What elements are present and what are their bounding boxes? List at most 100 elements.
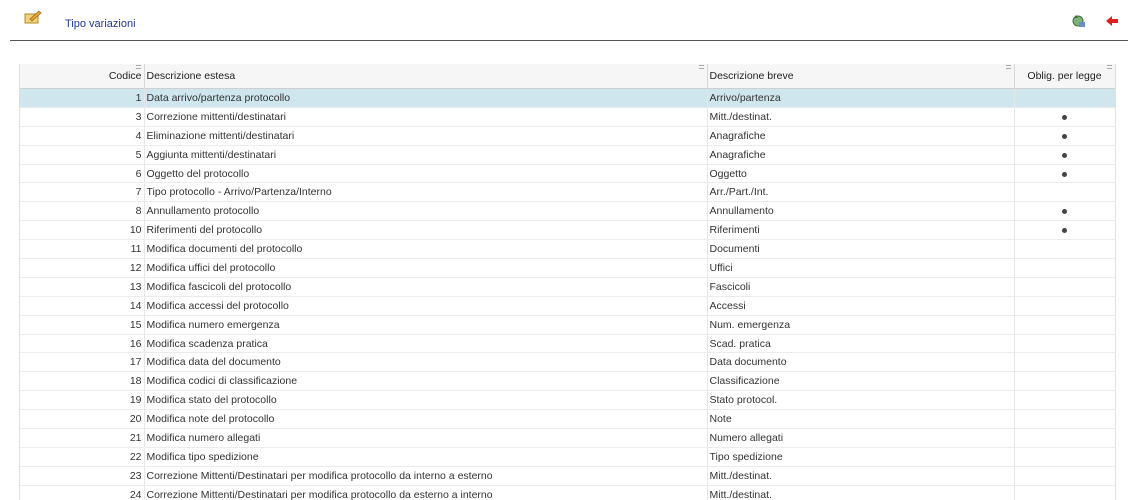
column-header-descrizione-estesa[interactable]: Descrizione estesa bbox=[144, 64, 708, 89]
table-row[interactable]: 19 Modifica stato del protocollo Stato pro… bbox=[20, 390, 1115, 411]
cell-codice: 20 bbox=[20, 409, 145, 430]
cell-descrizione-breve: Anagrafiche bbox=[707, 145, 1015, 165]
table-row[interactable]: 22 Modifica tipo spedizione Tipo spedizion… bbox=[20, 447, 1115, 467]
table-row[interactable]: 23 Correzione Mittenti/Destinatari per mo… bbox=[20, 466, 1115, 486]
required-dot-icon bbox=[1062, 114, 1067, 120]
cell-descrizione-breve: Documenti bbox=[707, 239, 1015, 260]
cell-obblig-per-legge bbox=[1014, 409, 1115, 430]
required-dot-icon bbox=[1062, 228, 1067, 234]
column-header-obblig-per-legge[interactable]: Oblig. per legge bbox=[1014, 64, 1115, 89]
table-row[interactable]: 5 Aggiunta mittenti/destinatari Anagrafich… bbox=[20, 145, 1115, 165]
cell-descrizione-breve: Uffici bbox=[707, 258, 1015, 278]
table-row[interactable]: 7 Tipo protocollo - Arrivo/Partenza/Inter… bbox=[20, 182, 1115, 203]
cell-codice: 12 bbox=[20, 258, 145, 278]
cell-codice: 22 bbox=[20, 447, 145, 467]
cell-descrizione-breve: Classificazione bbox=[707, 371, 1015, 392]
cell-obblig-per-legge bbox=[1014, 277, 1115, 297]
cell-descrizione-breve: Mitt./destinat. bbox=[707, 485, 1015, 500]
cell-descrizione-estesa: Correzione mittenti/destinatari bbox=[144, 107, 708, 127]
cell-descrizione-estesa: Modifica uffici del protocollo bbox=[144, 258, 708, 278]
table-row[interactable]: 1 Data arrivo/partenza protocollo Arrivo/p… bbox=[20, 88, 1115, 108]
cell-descrizione-estesa: Eliminazione mittenti/destinatari bbox=[144, 126, 708, 146]
cell-codice: 6 bbox=[20, 164, 145, 184]
cell-descrizione-estesa: Annullamento protocollo bbox=[144, 201, 708, 222]
cell-descrizione-breve: Numero allegati bbox=[707, 428, 1015, 448]
cell-obblig-per-legge bbox=[1014, 258, 1115, 278]
required-dot-icon bbox=[1062, 133, 1067, 139]
exit-icon[interactable] bbox=[1104, 14, 1120, 28]
refresh-icon[interactable] bbox=[1070, 14, 1086, 28]
cell-descrizione-estesa: Correzione Mittenti/Destinatari per modi… bbox=[144, 466, 708, 486]
cell-descrizione-breve: Fascicoli bbox=[707, 277, 1015, 297]
table-row[interactable]: 14 Modifica accessi del protocollo Accessi bbox=[20, 296, 1115, 316]
cell-codice: 13 bbox=[20, 277, 145, 297]
cell-codice: 1 bbox=[20, 88, 145, 108]
table-row[interactable]: 12 Modifica uffici del protocollo Uffici bbox=[20, 258, 1115, 278]
cell-obblig-per-legge bbox=[1014, 164, 1115, 184]
page-title: Tipo variazioni bbox=[65, 18, 136, 30]
required-dot-icon bbox=[1062, 171, 1067, 177]
cell-obblig-per-legge bbox=[1014, 107, 1115, 127]
cell-obblig-per-legge bbox=[1014, 485, 1115, 500]
cell-descrizione-breve: Scad. pratica bbox=[707, 334, 1015, 354]
cell-obblig-per-legge bbox=[1014, 239, 1115, 260]
table-row[interactable]: 8 Annullamento protocollo Annullamento bbox=[20, 201, 1115, 222]
cell-codice: 14 bbox=[20, 296, 145, 316]
cell-obblig-per-legge bbox=[1014, 428, 1115, 448]
table-row[interactable]: 24 Correzione Mittenti/Destinatari per mo… bbox=[20, 485, 1115, 500]
cell-obblig-per-legge bbox=[1014, 390, 1115, 411]
cell-obblig-per-legge bbox=[1014, 296, 1115, 316]
cell-codice: 4 bbox=[20, 126, 145, 146]
cell-codice: 17 bbox=[20, 352, 145, 373]
cell-descrizione-breve: Mitt./destinat. bbox=[707, 466, 1015, 486]
required-dot-icon bbox=[1062, 152, 1067, 158]
table-row[interactable]: 10 Riferimenti del protocollo Riferimenti bbox=[20, 220, 1115, 241]
cell-codice: 5 bbox=[20, 145, 145, 165]
table-row[interactable]: 20 Modifica note del protocollo Note bbox=[20, 409, 1115, 430]
cell-descrizione-breve: Oggetto bbox=[707, 164, 1015, 184]
cell-descrizione-estesa: Modifica fascicoli del protocollo bbox=[144, 277, 708, 297]
cell-codice: 15 bbox=[20, 315, 145, 335]
cell-descrizione-estesa: Modifica data del documento bbox=[144, 352, 708, 373]
cell-descrizione-estesa: Oggetto del protocollo bbox=[144, 164, 708, 184]
table-row[interactable]: 3 Correzione mittenti/destinatari Mitt./de… bbox=[20, 107, 1115, 127]
cell-obblig-per-legge bbox=[1014, 201, 1115, 222]
variations-table: Codice Descrizione estesa Descrizione br… bbox=[19, 64, 1116, 500]
table-row[interactable]: 4 Eliminazione mittenti/destinatari Anagra… bbox=[20, 126, 1115, 146]
cell-codice: 10 bbox=[20, 220, 145, 241]
cell-obblig-per-legge bbox=[1014, 126, 1115, 146]
cell-descrizione-estesa: Modifica numero emergenza bbox=[144, 315, 708, 335]
table-row[interactable]: 13 Modifica fascicoli del protocollo Fasci… bbox=[20, 277, 1115, 297]
table-row[interactable]: 17 Modifica data del documento Data docume… bbox=[20, 352, 1115, 373]
cell-descrizione-estesa: Modifica accessi del protocollo bbox=[144, 296, 708, 316]
cell-descrizione-breve: Anagrafiche bbox=[707, 126, 1015, 146]
cell-obblig-per-legge bbox=[1014, 352, 1115, 373]
page-header: Tipo variazioni bbox=[10, 8, 1128, 41]
table-row[interactable]: 15 Modifica numero emergenza Num. emergenz… bbox=[20, 315, 1115, 335]
cell-codice: 21 bbox=[20, 428, 145, 448]
cell-descrizione-estesa: Modifica codici di classificazione bbox=[144, 371, 708, 392]
table-row[interactable]: 16 Modifica scadenza pratica Scad. pratica bbox=[20, 334, 1115, 354]
cell-descrizione-estesa: Modifica numero allegati bbox=[144, 428, 708, 448]
cell-obblig-per-legge bbox=[1014, 145, 1115, 165]
cell-descrizione-breve: Tipo spedizione bbox=[707, 447, 1015, 467]
column-header-descrizione-breve[interactable]: Descrizione breve bbox=[707, 64, 1015, 89]
table-row[interactable]: 11 Modifica documenti del protocollo Docum… bbox=[20, 239, 1115, 260]
cell-descrizione-estesa: Modifica note del protocollo bbox=[144, 409, 708, 430]
cell-codice: 19 bbox=[20, 390, 145, 411]
cell-codice: 23 bbox=[20, 466, 145, 486]
cell-obblig-per-legge bbox=[1014, 371, 1115, 392]
table-row[interactable]: 18 Modifica codici di classificazione Clas… bbox=[20, 371, 1115, 392]
cell-descrizione-breve: Note bbox=[707, 409, 1015, 430]
table-row[interactable]: 6 Oggetto del protocollo Oggetto bbox=[20, 164, 1115, 184]
required-dot-icon bbox=[1062, 209, 1067, 215]
column-header-codice[interactable]: Codice bbox=[20, 64, 145, 89]
cell-descrizione-estesa: Modifica scadenza pratica bbox=[144, 334, 708, 354]
table-row[interactable]: 21 Modifica numero allegati Numero allegat… bbox=[20, 428, 1115, 448]
cell-descrizione-breve: Stato protocol. bbox=[707, 390, 1015, 411]
cell-descrizione-breve: Arrivo/partenza bbox=[707, 88, 1015, 108]
cell-descrizione-estesa: Modifica tipo spedizione bbox=[144, 447, 708, 467]
cell-codice: 24 bbox=[20, 485, 145, 500]
cell-obblig-per-legge bbox=[1014, 334, 1115, 354]
cell-descrizione-breve: Mitt./destinat. bbox=[707, 107, 1015, 127]
